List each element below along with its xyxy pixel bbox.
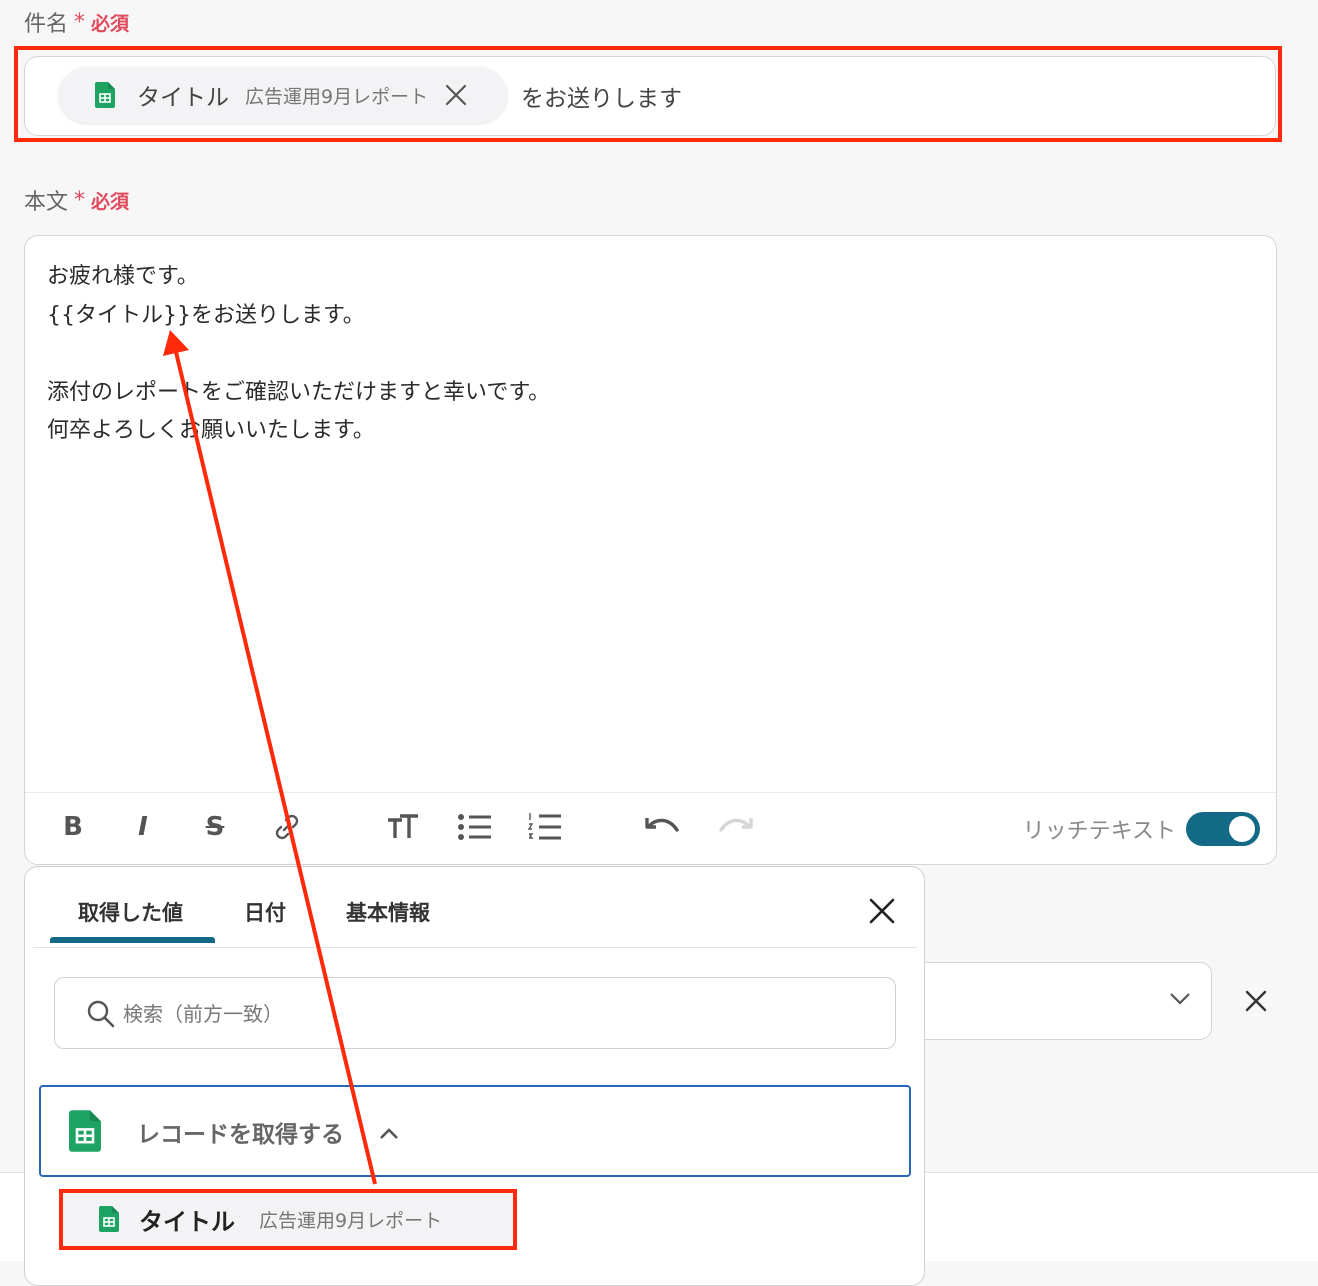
annotation-arrow: [163, 330, 377, 1185]
